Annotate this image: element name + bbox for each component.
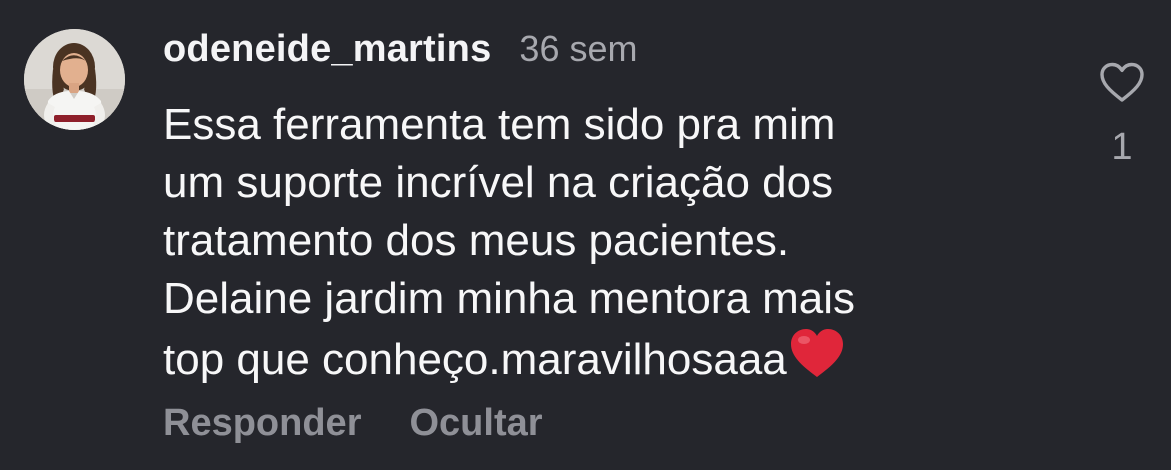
comment-text: Essa ferramenta tem sido pra mim um supo… <box>163 96 1033 395</box>
like-count: 1 <box>1111 126 1133 168</box>
reply-button[interactable]: Responder <box>163 402 361 445</box>
comment-header: odeneide_martins 36 sem <box>163 28 637 71</box>
comment-text-line: um suporte incrível na criação dos <box>163 158 834 207</box>
hide-button[interactable]: Ocultar <box>409 402 542 445</box>
comment-item: odeneide_martins 36 sem Essa ferramenta … <box>0 0 1171 470</box>
username[interactable]: odeneide_martins <box>163 28 491 71</box>
avatar[interactable] <box>24 29 125 130</box>
comment-text-line: tratamento dos meus pacientes. <box>163 216 790 265</box>
red-heart-emoji-icon <box>789 328 845 395</box>
comment-text-line: Essa ferramenta tem sido pra mim <box>163 100 836 149</box>
comment-text-line-text: top que conheço.maravilhosaaa <box>163 335 787 384</box>
comment-text-line-last: top que conheço.maravilhosaaa <box>163 328 1033 395</box>
profile-photo-icon <box>24 29 125 130</box>
comment-text-line: Delaine jardim minha mentora mais <box>163 274 856 323</box>
comment-actions: Responder Ocultar <box>163 402 591 445</box>
like-area: 1 <box>1094 62 1150 169</box>
timestamp: 36 sem <box>519 28 638 69</box>
heart-outline-icon[interactable] <box>1099 62 1145 104</box>
